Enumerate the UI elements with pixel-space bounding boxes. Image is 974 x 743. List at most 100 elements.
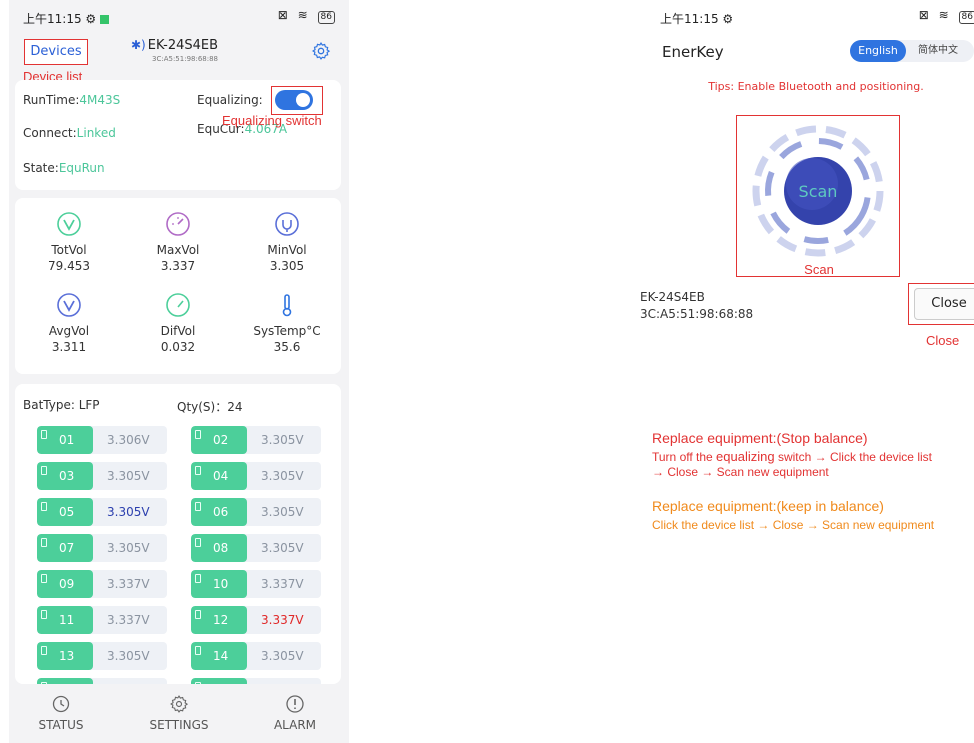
lang-english-button[interactable]: English [850, 40, 906, 62]
equalizing-switch-annotation: Equalizing switch [222, 113, 322, 128]
connected-device-mac: 3C:A5:51:98:68:88 [152, 55, 219, 63]
status-icons: ⊠ ≋ 86 [278, 8, 335, 24]
metric-maxvol: MaxVol 3.337 [128, 211, 228, 273]
v-check-icon [57, 212, 81, 236]
battery-cell: 06 3.305V [191, 498, 321, 526]
cell-voltage: 3.305V [261, 541, 304, 555]
gear-icon[interactable] [311, 41, 331, 61]
battery-cell: 13 3.305V [37, 642, 167, 670]
battery-cell: 11 3.337V [37, 606, 167, 634]
bluetooth-icon: ✱) [131, 38, 146, 52]
metric-difvol: DifVol 0.032 [128, 292, 228, 354]
cell-number: 10 [191, 570, 247, 598]
replace-keep-title: Replace equipment:(keep in balance) [652, 498, 884, 514]
status-bar: 上午11:15 ⚙ ⊠ ≋ 86 [640, 0, 974, 34]
metric-totvol: TotVol 79.453 [19, 211, 119, 273]
cell-quantity: Qty(S)：24 [177, 400, 243, 414]
tab-status[interactable]: STATUS [21, 694, 101, 732]
cell-voltage: 3.305V [107, 649, 150, 663]
thermometer-icon [282, 294, 292, 317]
cell-number: 01 [37, 426, 93, 454]
device-scan-screen: 上午11:15 ⚙ ⊠ ≋ 86 EnerKey English 简体中文 Ti… [640, 0, 974, 743]
battery-cell: 01 3.306V [37, 426, 167, 454]
tips-text: Tips: Enable Bluetooth and positioning. [708, 80, 924, 93]
battery-cell: 04 3.305V [191, 462, 321, 490]
metric-avgvol: AvgVol 3.311 [19, 292, 119, 354]
cell-number: 13 [37, 642, 93, 670]
app-header: Devices ✱) EK-24S4EB 3C:A5:51:98:68:88 [9, 34, 349, 70]
found-device-mac: 3C:A5:51:98:68:88 [640, 307, 754, 321]
cell-voltage: 3.337V [107, 577, 150, 591]
cell-voltage: 3.305V [261, 433, 304, 447]
runtime: RunTime:4M43S [23, 93, 121, 107]
connection-status: Connect:Linked [23, 126, 116, 140]
cell-number: 07 [37, 534, 93, 562]
battery-cell: 10 3.337V [191, 570, 321, 598]
cell-number: 12 [191, 606, 247, 634]
battery-cell: 02 3.305V [191, 426, 321, 454]
battery-cell: 07 3.305V [37, 534, 167, 562]
cell-voltage: 3.306V [107, 433, 150, 447]
cell-number: 09 [37, 570, 93, 598]
replace-stop-steps: Turn off the equalizing switch → Click t… [652, 449, 932, 479]
close-highlight: Close [908, 283, 974, 325]
battery-cell: 09 3.337V [37, 570, 167, 598]
devices-button[interactable]: Devices [24, 39, 88, 65]
equalizing-switch[interactable] [275, 90, 313, 110]
gauge-icon [166, 212, 190, 236]
speedometer-icon [166, 293, 190, 317]
cell-number: 11 [37, 606, 93, 634]
status-screen: 上午11:15 ⚙ ⊠ ≋ 86 Devices ✱) EK-24S4EB 3C:… [9, 0, 349, 743]
battery-cell: 14 3.305V [191, 642, 321, 670]
cell-number: 14 [191, 642, 247, 670]
plug-shield-icon [275, 212, 299, 236]
app-title: EnerKey [662, 43, 724, 61]
history-icon [52, 695, 70, 713]
cell-number: 08 [191, 534, 247, 562]
v-shield-icon [57, 293, 81, 317]
status-info-card: RunTime:4M43S Connect:Linked State:EquRu… [15, 80, 341, 190]
tab-settings[interactable]: SETTINGS [139, 694, 219, 732]
run-state: State:EquRun [23, 161, 105, 175]
cell-voltage: 3.305V [261, 505, 304, 519]
cell-voltage: 3.305V [107, 505, 150, 519]
cell-voltage: 3.305V [261, 649, 304, 663]
tab-alarm[interactable]: ALARM [255, 694, 335, 732]
alert-icon [286, 695, 304, 713]
battery-cell: 12 3.337V [191, 606, 321, 634]
cell-number: 03 [37, 462, 93, 490]
scan-button[interactable]: Scan [747, 120, 889, 262]
language-switch: English 简体中文 [850, 40, 974, 62]
status-bar: 上午11:15 ⚙ ⊠ ≋ 86 [9, 0, 349, 34]
cell-number: 06 [191, 498, 247, 526]
cell-voltage: 3.305V [107, 469, 150, 483]
cell-voltage: 3.305V [107, 541, 150, 555]
lang-chinese-button[interactable]: 简体中文 [918, 40, 958, 62]
battery-cell: 03 3.305V [37, 462, 167, 490]
status-icons: ⊠ ≋ 86 [919, 8, 974, 24]
battery-cell: 08 3.305V [191, 534, 321, 562]
gear-icon [170, 695, 189, 713]
cell-voltage: 3.337V [107, 613, 150, 627]
scan-highlight: Scan Scan [736, 115, 900, 277]
close-button[interactable]: Close [914, 288, 974, 320]
battery-cells-card: BatType: LFP Qty(S)：24 01 3.306V 02 3.305V 0… [15, 384, 341, 706]
connected-device-name: ✱) EK-24S4EB [131, 38, 219, 53]
metric-systemp: SysTemp°C 35.6 [237, 292, 337, 354]
close-annotation: Close [926, 333, 960, 348]
battery-indicator: 86 [958, 11, 974, 24]
battery-indicator: 86 [317, 11, 335, 24]
replace-stop-title: Replace equipment:(Stop balance) [652, 430, 868, 446]
cell-number: 04 [191, 462, 247, 490]
found-device-name: EK-24S4EB [640, 290, 705, 304]
clock: 上午11:15 ⚙ [23, 10, 110, 27]
clock: 上午11:15 ⚙ [660, 12, 734, 26]
battery-type: BatType: LFP [23, 398, 100, 412]
cell-number: 05 [37, 498, 93, 526]
cell-number: 02 [191, 426, 247, 454]
replace-keep-steps: Click the device list → Close → Scan new… [652, 518, 935, 532]
bottom-tab-bar: STATUS SETTINGS ALARM [9, 684, 349, 743]
metric-minvol: MinVol 3.305 [237, 211, 337, 273]
cell-voltage: 3.337V [261, 613, 304, 627]
scan-label: Scan [799, 182, 838, 201]
